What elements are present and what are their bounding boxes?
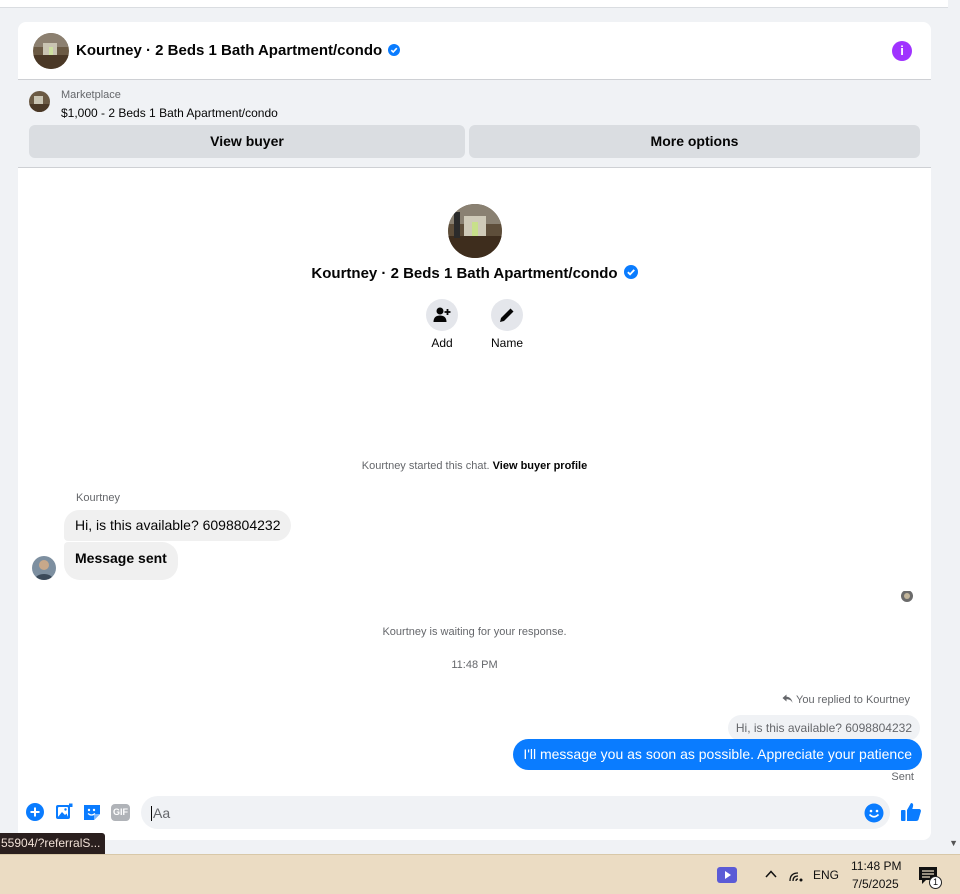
info-icon[interactable]: i [892, 41, 912, 61]
page-scrollbar[interactable]: ▼ [948, 0, 960, 852]
gif-icon[interactable]: GIF [111, 804, 130, 821]
clock-date[interactable]: 7/5/2025 [852, 877, 899, 891]
message-timestamp: 11:48 PM [451, 659, 498, 671]
message-composer: GIF Aa [18, 792, 931, 840]
marketplace-listing-bar: Marketplace $1,000 - 2 Beds 1 Bath Apart… [18, 80, 931, 168]
reply-arrow-icon [782, 694, 793, 703]
profile-name-text: Kourtney · 2 Beds 1 Bath Apartment/condo [311, 265, 618, 282]
name-action-label: Name [490, 336, 523, 350]
conversation-title-text: Kourtney · 2 Beds 1 Bath Apartment/condo [76, 42, 383, 59]
profile-name: Kourtney · 2 Beds 1 Bath Apartment/condo [18, 265, 931, 282]
chevron-up-icon[interactable] [764, 867, 778, 881]
sender-avatar[interactable] [32, 556, 56, 580]
windows-taskbar: ENG 11:48 PM 7/5/2025 1 [0, 854, 960, 894]
listing-source-label: Marketplace [61, 89, 121, 101]
plus-icon[interactable] [26, 803, 44, 821]
network-icon[interactable] [788, 867, 804, 883]
chat-header: Kourtney · 2 Beds 1 Bath Apartment/condo… [18, 22, 931, 80]
replied-note-text: You replied to Kourtney [796, 694, 910, 706]
chat-panel: Kourtney · 2 Beds 1 Bath Apartment/condo… [18, 22, 931, 840]
media-player-icon[interactable] [717, 867, 737, 883]
conversation-title[interactable]: Kourtney · 2 Beds 1 Bath Apartment/condo [76, 42, 401, 59]
view-buyer-button[interactable]: View buyer [29, 125, 465, 158]
emoji-icon[interactable] [864, 803, 884, 823]
outgoing-message[interactable]: I'll message you as soon as possible. Ap… [513, 739, 922, 770]
sticker-icon[interactable] [83, 803, 101, 821]
add-person-icon[interactable] [426, 299, 458, 331]
chat-started-text: Kourtney started this chat. [361, 460, 490, 472]
browser-top-strip [0, 0, 948, 8]
view-buyer-profile-link[interactable]: View buyer profile [493, 460, 588, 472]
delivery-status: Sent [891, 771, 914, 783]
quoted-message[interactable]: Hi, is this available? 6098804232 [727, 715, 920, 741]
notification-count-badge: 1 [929, 876, 942, 889]
profile-avatar[interactable] [448, 204, 502, 258]
incoming-message[interactable]: Hi, is this available? 6098804232 [64, 510, 292, 541]
chat-started-note: Kourtney started this chat. View buyer p… [18, 460, 931, 472]
status-bar-url: 55904/?referralS... [0, 833, 106, 854]
waiting-note: Kourtney is waiting for your response. [382, 626, 567, 638]
message-input-placeholder: Aa [151, 805, 171, 821]
scroll-down-arrow-icon[interactable]: ▼ [949, 838, 958, 848]
clock-time[interactable]: 11:48 PM [851, 859, 901, 873]
message-input[interactable]: Aa [141, 796, 890, 829]
more-options-button[interactable]: More options [469, 125, 920, 158]
sender-name: Kourtney [76, 492, 121, 504]
incoming-message[interactable]: Message sent [64, 542, 178, 580]
language-indicator[interactable]: ENG [813, 868, 839, 882]
add-action[interactable]: Add [412, 299, 472, 350]
replied-note: You replied to Kourtney [782, 694, 910, 706]
verified-badge-icon [623, 265, 638, 279]
pencil-icon[interactable] [491, 299, 523, 331]
add-action-label: Add [431, 336, 453, 350]
name-action[interactable]: Name [477, 299, 537, 350]
listing-title[interactable]: $1,000 - 2 Beds 1 Bath Apartment/condo [61, 106, 278, 120]
photo-icon[interactable] [55, 803, 73, 821]
thumbs-up-icon[interactable] [900, 801, 922, 823]
conversation-avatar[interactable] [33, 33, 69, 69]
listing-thumbnail[interactable] [29, 91, 50, 112]
verified-badge-icon [388, 44, 401, 56]
seen-indicator-avatar [901, 590, 913, 602]
